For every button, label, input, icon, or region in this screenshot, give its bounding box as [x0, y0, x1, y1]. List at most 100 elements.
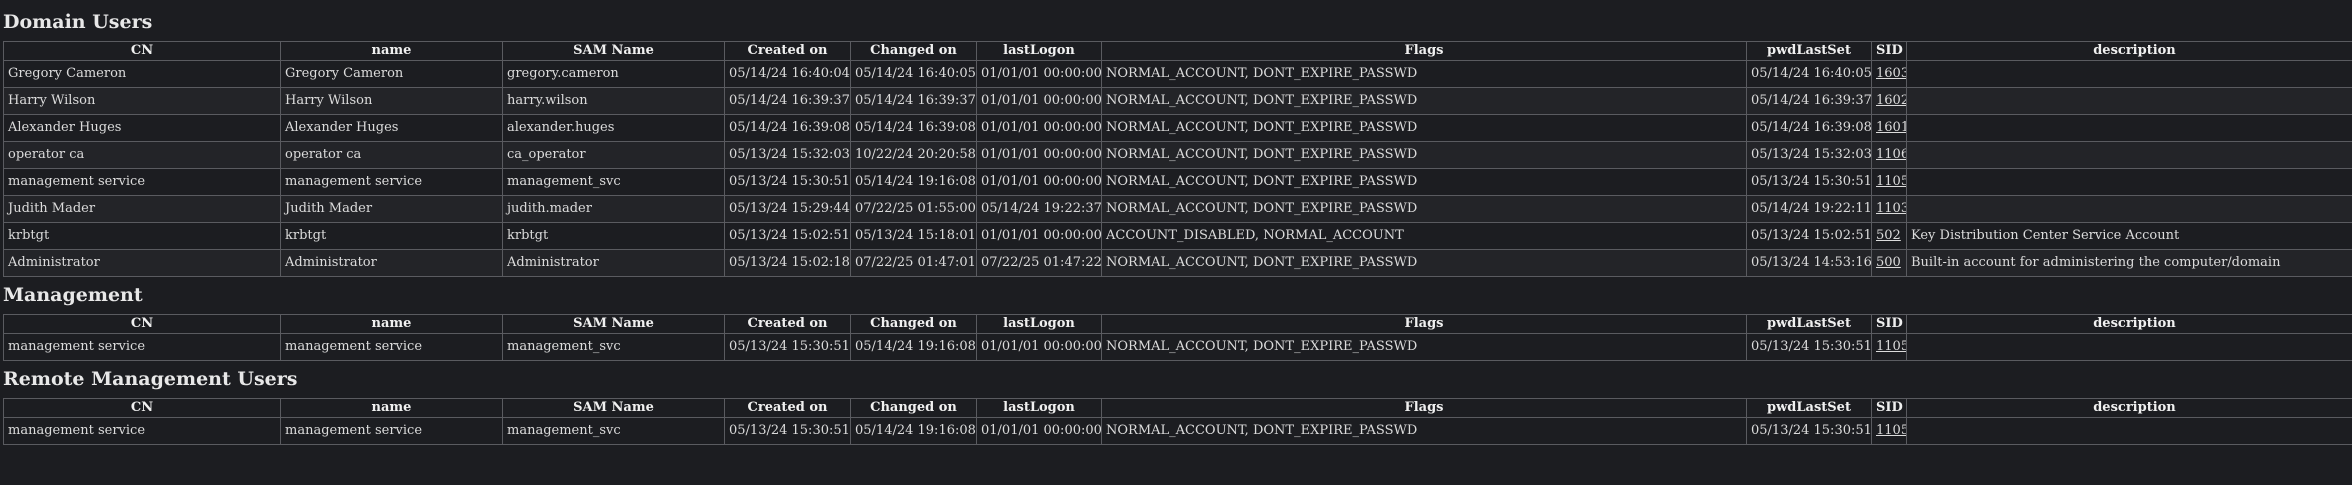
header-pwd-last-set: pwdLastSet [1746, 314, 1872, 334]
header-flags: Flags [1101, 398, 1747, 418]
cell-changed-on: 05/14/24 19:16:08 [850, 417, 977, 445]
users-table: CN name SAM Name Created on Changed on lastLo… [3, 41, 2352, 277]
group-title: Domain Users [3, 11, 153, 33]
cell-sam-name: krbtgt [502, 222, 725, 250]
cell-cn: Gregory Cameron [3, 60, 281, 88]
cell-description [1906, 87, 2352, 115]
header-name: name [280, 314, 503, 334]
cell-flags: NORMAL_ACCOUNT, DONT_EXPIRE_PASSWD [1101, 87, 1747, 115]
cell-changed-on: 07/22/25 01:55:00 [850, 195, 977, 223]
header-sid: SID [1871, 41, 1907, 61]
header-sid: SID [1871, 398, 1907, 418]
cell-created-on: 05/13/24 15:30:51 [724, 333, 851, 361]
header-name: name [280, 41, 503, 61]
sid-link[interactable]: 1602 [1876, 93, 1906, 108]
cell-pwd-last-set: 05/14/24 16:40:05 [1746, 60, 1872, 88]
header-sam-name: SAM Name [502, 398, 725, 418]
table-header-row: CN name SAM Name Created on Changed on lastLo… [3, 41, 2352, 61]
header-changed-on: Changed on [850, 314, 977, 334]
cell-created-on: 05/13/24 15:30:51 [724, 417, 851, 445]
cell-name: management service [280, 168, 503, 196]
table-header-row: CN name SAM Name Created on Changed on lastLo… [3, 398, 2352, 418]
cell-flags: NORMAL_ACCOUNT, DONT_EXPIRE_PASSWD [1101, 168, 1747, 196]
cell-sid: 1105 [1871, 333, 1907, 361]
cell-changed-on: 05/14/24 19:16:08 [850, 333, 977, 361]
cell-sam-name: management_svc [502, 417, 725, 445]
cell-sam-name: gregory.cameron [502, 60, 725, 88]
cell-sam-name: Administrator [502, 249, 725, 277]
group-title: Remote Management Users [3, 368, 298, 390]
cell-sid: 502 [1871, 222, 1907, 250]
header-created-on: Created on [724, 314, 851, 334]
header-sid: SID [1871, 314, 1907, 334]
cell-name: krbtgt [280, 222, 503, 250]
cell-pwd-last-set: 05/13/24 15:30:51 [1746, 417, 1872, 445]
users-table: CN name SAM Name Created on Changed on lastLo… [3, 398, 2352, 445]
table-header-row: CN name SAM Name Created on Changed on lastLo… [3, 314, 2352, 334]
table-row: Administrator Administrator Administrator 0… [3, 249, 2352, 277]
cell-last-logon: 01/01/01 00:00:00 [976, 87, 1102, 115]
header-pwd-last-set: pwdLastSet [1746, 41, 1872, 61]
header-name: name [280, 398, 503, 418]
table-row: management service management service mana… [3, 333, 2352, 361]
sid-link[interactable]: 1106 [1876, 147, 1906, 162]
header-created-on: Created on [724, 41, 851, 61]
sid-link[interactable]: 1103 [1876, 201, 1906, 216]
cell-flags: ACCOUNT_DISABLED, NORMAL_ACCOUNT [1101, 222, 1747, 250]
cell-name: Judith Mader [280, 195, 503, 223]
table-row: krbtgt krbtgt krbtgt 05/13/24 15:02:51 05/13… [3, 222, 2352, 250]
sid-link[interactable]: 502 [1876, 228, 1901, 243]
header-last-logon: lastLogon [976, 398, 1102, 418]
cell-name: Harry Wilson [280, 87, 503, 115]
group-section: Domain Users CN name SAM Name Created on Chan… [3, 11, 2352, 277]
cell-pwd-last-set: 05/13/24 14:53:16 [1746, 249, 1872, 277]
cell-cn: krbtgt [3, 222, 281, 250]
sid-link[interactable]: 1105 [1876, 423, 1906, 438]
cell-name: Administrator [280, 249, 503, 277]
cell-last-logon: 07/22/25 01:47:22 [976, 249, 1102, 277]
cell-last-logon: 01/01/01 00:00:00 [976, 141, 1102, 169]
cell-flags: NORMAL_ACCOUNT, DONT_EXPIRE_PASSWD [1101, 60, 1747, 88]
cell-description [1906, 60, 2352, 88]
table-row: management service management service mana… [3, 417, 2352, 445]
cell-sid: 1601 [1871, 114, 1907, 142]
sid-link[interactable]: 1603 [1876, 66, 1906, 81]
cell-pwd-last-set: 05/13/24 15:02:51 [1746, 222, 1872, 250]
cell-cn: management service [3, 333, 281, 361]
cell-sam-name: judith.mader [502, 195, 725, 223]
cell-flags: NORMAL_ACCOUNT, DONT_EXPIRE_PASSWD [1101, 141, 1747, 169]
sid-link[interactable]: 500 [1876, 255, 1901, 270]
sid-link[interactable]: 1601 [1876, 120, 1906, 135]
cell-flags: NORMAL_ACCOUNT, DONT_EXPIRE_PASSWD [1101, 195, 1747, 223]
cell-last-logon: 01/01/01 00:00:00 [976, 222, 1102, 250]
cell-changed-on: 05/14/24 19:16:08 [850, 168, 977, 196]
cell-changed-on: 05/14/24 16:39:37 [850, 87, 977, 115]
cell-sam-name: ca_operator [502, 141, 725, 169]
cell-pwd-last-set: 05/13/24 15:30:51 [1746, 168, 1872, 196]
header-created-on: Created on [724, 398, 851, 418]
header-changed-on: Changed on [850, 41, 977, 61]
sid-link[interactable]: 1105 [1876, 174, 1906, 189]
cell-description [1906, 333, 2352, 361]
cell-cn: operator ca [3, 141, 281, 169]
cell-sid: 1106 [1871, 141, 1907, 169]
cell-sam-name: management_svc [502, 333, 725, 361]
group-title: Management [3, 284, 143, 306]
cell-cn: Judith Mader [3, 195, 281, 223]
cell-sid: 1603 [1871, 60, 1907, 88]
cell-sid: 1105 [1871, 168, 1907, 196]
sid-link[interactable]: 1105 [1876, 339, 1906, 354]
cell-created-on: 05/14/24 16:39:08 [724, 114, 851, 142]
table-row: Gregory Cameron Gregory Cameron gregory.ca… [3, 60, 2352, 88]
cell-changed-on: 05/13/24 15:18:01 [850, 222, 977, 250]
cell-created-on: 05/13/24 15:30:51 [724, 168, 851, 196]
group-section: Management CN name SAM Name Created on Change… [3, 284, 2352, 361]
cell-last-logon: 01/01/01 00:00:00 [976, 417, 1102, 445]
header-cn: CN [3, 41, 281, 61]
cell-description [1906, 114, 2352, 142]
header-description: description [1906, 314, 2352, 334]
header-cn: CN [3, 398, 281, 418]
header-changed-on: Changed on [850, 398, 977, 418]
table-row: Alexander Huges Alexander Huges alexander.… [3, 114, 2352, 142]
cell-created-on: 05/13/24 15:02:18 [724, 249, 851, 277]
